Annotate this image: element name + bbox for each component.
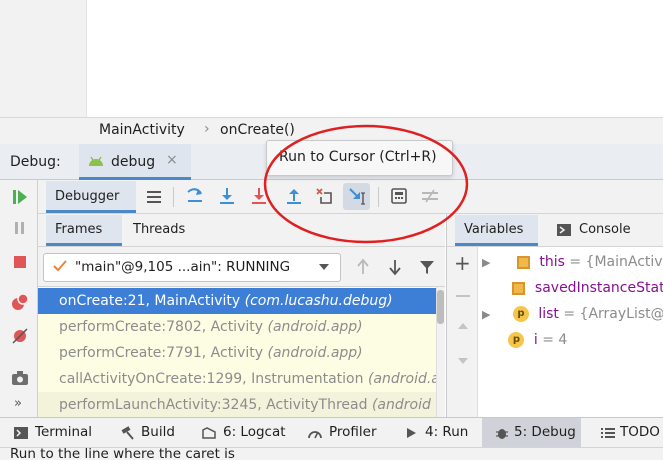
filter-icon[interactable] [416,256,438,278]
variable-name: list [538,306,559,322]
breadcrumb-class[interactable]: MainActivity [99,122,185,138]
frame-row[interactable]: onCreate:21, MainActivity (com.lucashu.d… [38,288,436,314]
view-breakpoints-icon[interactable] [9,291,31,313]
resume-icon[interactable] [9,186,31,208]
frame-package: (android [371,397,431,413]
close-icon[interactable]: × [166,152,178,168]
arrow-down-icon[interactable] [457,356,469,366]
frame-row[interactable]: performLaunchActivity:3245, ActivityThre… [38,392,436,417]
variable-row[interactable]: p i = 4 [482,327,567,353]
frame-method: performCreate:7791, Activity [59,345,264,361]
breadcrumb-method[interactable]: onCreate() [220,122,295,138]
toolbar-separator [173,187,174,207]
frame-method: performLaunchActivity:3245, ActivityThre… [59,397,368,413]
profiler-button[interactable]: Profiler [329,424,377,440]
more-icon[interactable]: » [14,396,22,411]
tooltip-text: Run to Cursor (Ctrl+R) [279,149,437,165]
frame-package: (com.lucashu.debug) [244,293,393,309]
todo-button[interactable]: TODO [620,424,660,440]
tab-variables-label: Variables [464,222,524,237]
step-into-icon[interactable] [248,185,270,207]
field-icon [512,281,526,295]
tab-frames-label: Frames [55,222,103,237]
logcat-icon [201,426,217,440]
frame-package: (android.app) [267,319,363,335]
build-button[interactable]: Build [141,424,175,440]
variable-row[interactable]: ▶ p list = {ArrayList@94 [482,301,663,327]
step-out-icon[interactable] [283,185,305,207]
variable-value: = {MainActivity [569,254,663,270]
code-editor[interactable] [0,0,663,117]
mute-breakpoints-icon[interactable] [9,325,31,347]
frame-package: (android.app) [267,345,363,361]
camera-icon[interactable] [9,367,31,389]
tab-threads[interactable]: Threads [133,222,185,237]
hamburger-menu-icon[interactable] [143,186,165,208]
variables-tree[interactable]: ▶ this = {MainActivity savedInstanceStat… [478,247,663,417]
frame-method: performCreate:7802, Activity [59,319,264,335]
trace-stream-icon[interactable] [419,185,441,207]
show-execution-point-icon[interactable] [184,185,206,207]
parameter-icon: p [508,332,525,348]
terminal-icon [13,426,29,440]
stop-icon[interactable] [9,251,31,273]
pause-icon[interactable] [9,217,31,239]
status-text: Run to the line where the caret is [10,446,235,460]
frame-row[interactable]: callActivityOnCreate:1299, Instrumentati… [38,366,436,392]
variable-row[interactable]: ▶ this = {MainActivity [482,249,663,275]
check-icon [52,258,68,274]
bug-icon [494,425,510,441]
profiler-icon [307,426,323,440]
drop-frame-icon[interactable] [313,185,335,207]
expand-arrow-icon[interactable]: ▶ [482,250,496,276]
frame-method: onCreate:21, MainActivity [59,293,241,309]
editor-gutter [0,0,87,117]
frames-list[interactable]: onCreate:21, MainActivity (com.lucashu.d… [38,287,436,417]
logcat-button[interactable]: 6: Logcat [223,424,286,440]
frame-method: callActivityOnCreate:1299, Instrumentati… [59,371,364,387]
debug-button[interactable]: 5: Debug [514,424,576,440]
thread-dropdown-value: "main"@9,105 ...ain": RUNNING [75,259,291,275]
run-icon [404,426,418,440]
frame-row[interactable]: performCreate:7802, Activity (android.ap… [38,314,436,340]
console-icon [556,222,572,238]
android-icon [87,152,105,168]
step-over-icon[interactable] [216,185,238,207]
run-to-cursor-icon[interactable] [346,185,368,207]
chevron-down-icon[interactable] [318,262,330,272]
run-button[interactable]: 4: Run [425,424,468,440]
frame-row[interactable]: performCreate:7791, Activity (android.ap… [38,340,436,366]
toolbar-separator [378,187,379,207]
arrow-down-icon[interactable] [384,256,406,278]
expand-arrow-icon[interactable]: ▶ [482,302,496,328]
parameter-icon: p [512,306,529,322]
remove-watch-icon[interactable] [456,295,470,297]
frame-package: (android.a [367,371,436,387]
todo-icon [600,426,616,440]
add-watch-icon[interactable]: + [454,253,471,273]
scrollbar-thumb[interactable] [437,290,444,324]
debug-session-label: debug [111,154,156,170]
evaluate-expression-icon[interactable] [388,185,410,207]
variable-name: savedInstanceState [534,280,663,296]
arrow-up-icon[interactable] [457,321,469,331]
hammer-icon [120,425,136,441]
breadcrumb-separator: › [204,121,210,137]
variable-row[interactable]: savedInstanceState [482,275,663,301]
field-icon [516,255,530,269]
arrow-up-icon[interactable] [352,256,374,278]
variable-name: this [539,254,565,270]
debug-window-label: Debug: [10,154,61,170]
tab-console[interactable]: Console [579,222,631,237]
tab-debugger-label: Debugger [55,189,120,204]
variable-value: = {ArrayList@94 [563,306,663,322]
variable-value: = 4 [537,332,568,348]
terminal-button[interactable]: Terminal [35,424,92,440]
